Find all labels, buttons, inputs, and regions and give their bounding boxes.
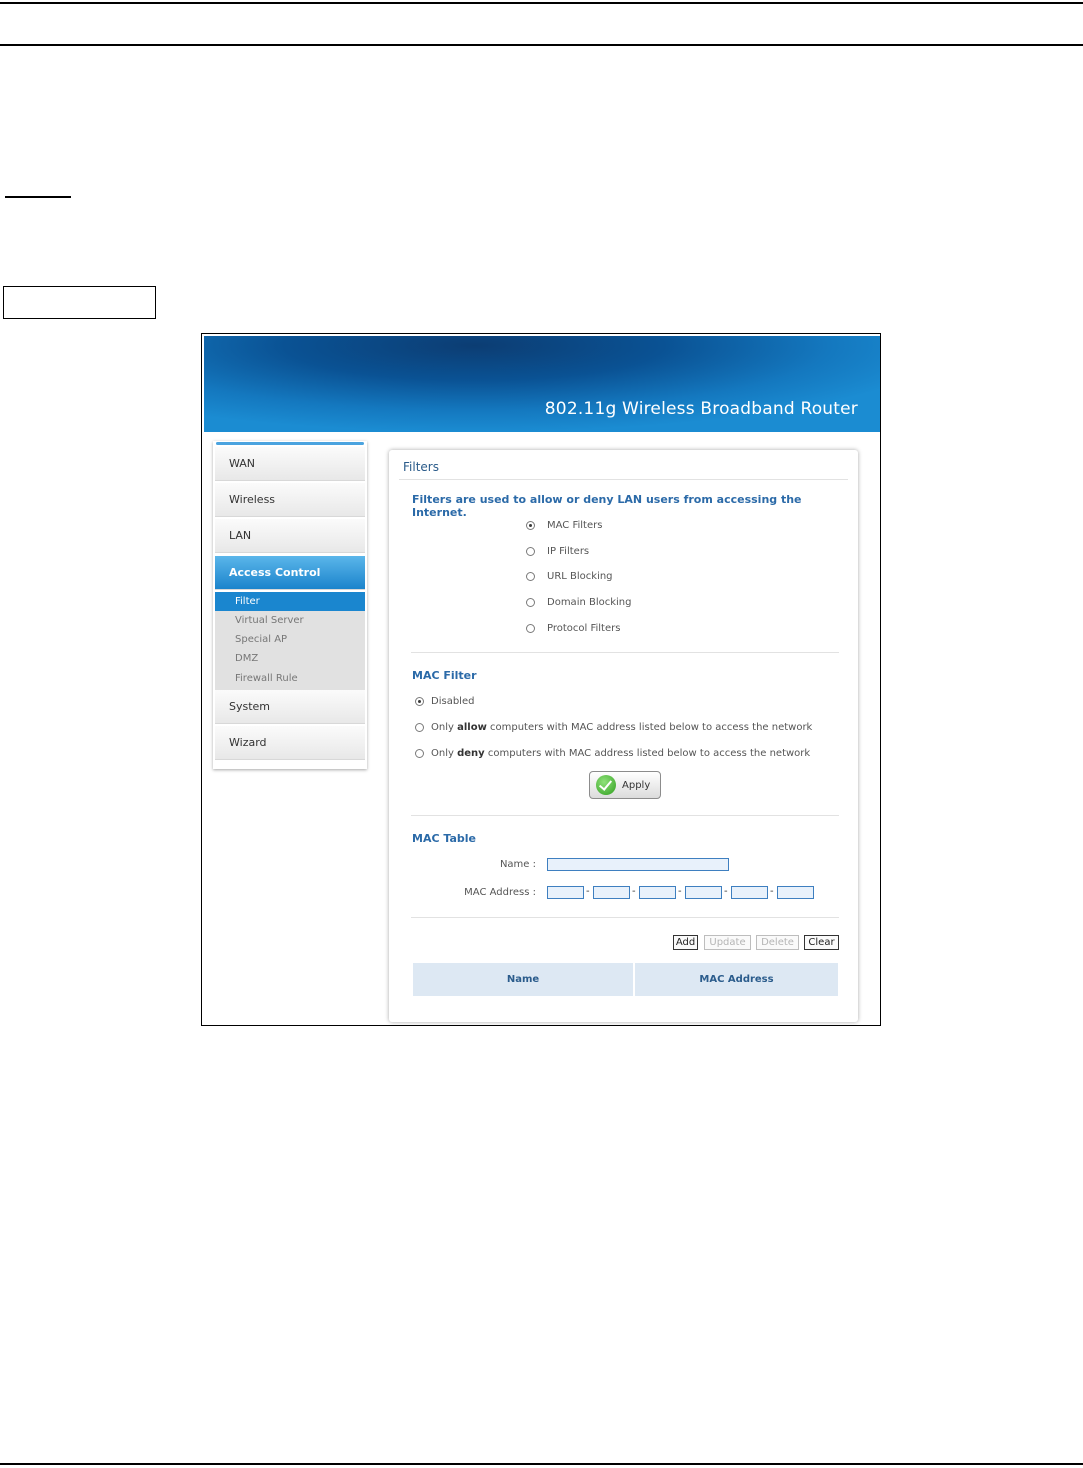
mac-separator: - (724, 886, 728, 897)
top-rule (0, 2, 1083, 4)
update-button[interactable]: Update (704, 935, 751, 950)
caption-box (3, 286, 156, 319)
column-header-mac-address: MAC Address (699, 974, 774, 985)
label-mac-filters: MAC Filters (547, 520, 603, 531)
sidebar-item-wizard[interactable]: Wizard (215, 726, 365, 760)
label-domain-blocking: Domain Blocking (547, 597, 632, 608)
filters-panel: Filters Filters are used to allow or den… (389, 450, 858, 1022)
delete-button[interactable]: Delete (756, 935, 799, 950)
radio-mac-disabled[interactable] (415, 697, 424, 706)
apply-button[interactable]: Apply (589, 771, 661, 799)
column-header-name: Name (506, 974, 540, 985)
mac-octet-5[interactable] (731, 886, 768, 899)
radio-url-blocking[interactable] (526, 572, 535, 581)
filters-intro: Filters are used to allow or deny LAN us… (412, 493, 802, 519)
divider-3 (411, 917, 839, 918)
add-button[interactable]: Add (673, 935, 698, 950)
checkmark-icon (596, 775, 616, 795)
apply-label: Apply (622, 780, 651, 791)
panel-title: Filters (403, 460, 439, 474)
mac-octet-4[interactable] (685, 886, 722, 899)
access-control-submenu: Filter Virtual Server Special AP DMZ Fir… (215, 592, 365, 690)
mac-table-title: MAC Table (412, 832, 476, 845)
subnav-item-firewall-rule[interactable]: Firewall Rule (215, 669, 365, 688)
label-mac-deny: Only deny computers with MAC address lis… (431, 748, 811, 759)
mac-separator: - (632, 886, 636, 897)
bottom-rule (0, 1463, 1083, 1465)
radio-mac-allow[interactable] (415, 723, 424, 732)
title-divider (399, 479, 848, 480)
banner-title: 802.11g Wireless Broadband Router (544, 399, 858, 419)
mac-separator: - (586, 886, 590, 897)
mac-separator: - (770, 886, 774, 897)
sidebar-accent (216, 442, 364, 445)
subnav-item-dmz[interactable]: DMZ (215, 649, 365, 668)
sidebar: WAN Wireless LAN Access Control Filter V… (213, 441, 367, 769)
label-mac-allow: Only allow computers with MAC address li… (431, 722, 813, 733)
name-input[interactable] (547, 858, 729, 871)
sidebar-item-access-control[interactable]: Access Control (215, 556, 365, 590)
mac-octet-1[interactable] (547, 886, 584, 899)
radio-domain-blocking[interactable] (526, 598, 535, 607)
radio-mac-filters[interactable] (526, 521, 535, 530)
header-rule (0, 44, 1083, 46)
sidebar-item-wireless[interactable]: Wireless (215, 483, 365, 517)
clear-button[interactable]: Clear (804, 935, 839, 950)
label-protocol-filters: Protocol Filters (547, 623, 621, 634)
radio-mac-deny[interactable] (415, 749, 424, 758)
sidebar-item-lan[interactable]: LAN (215, 519, 365, 553)
label-ip-filters: IP Filters (547, 546, 590, 557)
radio-ip-filters[interactable] (526, 547, 535, 556)
mac-filter-title: MAC Filter (412, 669, 477, 682)
label-url-blocking: URL Blocking (547, 571, 613, 582)
subnav-item-filter[interactable]: Filter (215, 592, 365, 611)
subnav-item-special-ap[interactable]: Special AP (215, 630, 365, 649)
heading-underline (5, 196, 71, 198)
radio-protocol-filters[interactable] (526, 624, 535, 633)
router-screenshot: 802.11g Wireless Broadband Router WAN Wi… (201, 333, 881, 1026)
subnav-item-virtual-server[interactable]: Virtual Server (215, 611, 365, 630)
mac-octet-6[interactable] (777, 886, 814, 899)
mac-octet-2[interactable] (593, 886, 630, 899)
mac-table-header: Name MAC Address (413, 963, 838, 996)
mac-separator: - (678, 886, 682, 897)
label-mac-disabled: Disabled (431, 696, 475, 707)
banner: 802.11g Wireless Broadband Router (204, 336, 880, 432)
divider-2 (411, 815, 839, 816)
mac-address-label: MAC Address : (464, 887, 536, 898)
sidebar-item-system[interactable]: System (215, 690, 365, 724)
sidebar-item-wan[interactable]: WAN (215, 447, 365, 481)
mac-octet-3[interactable] (639, 886, 676, 899)
name-field-label: Name : (499, 859, 536, 870)
divider-1 (411, 652, 839, 653)
